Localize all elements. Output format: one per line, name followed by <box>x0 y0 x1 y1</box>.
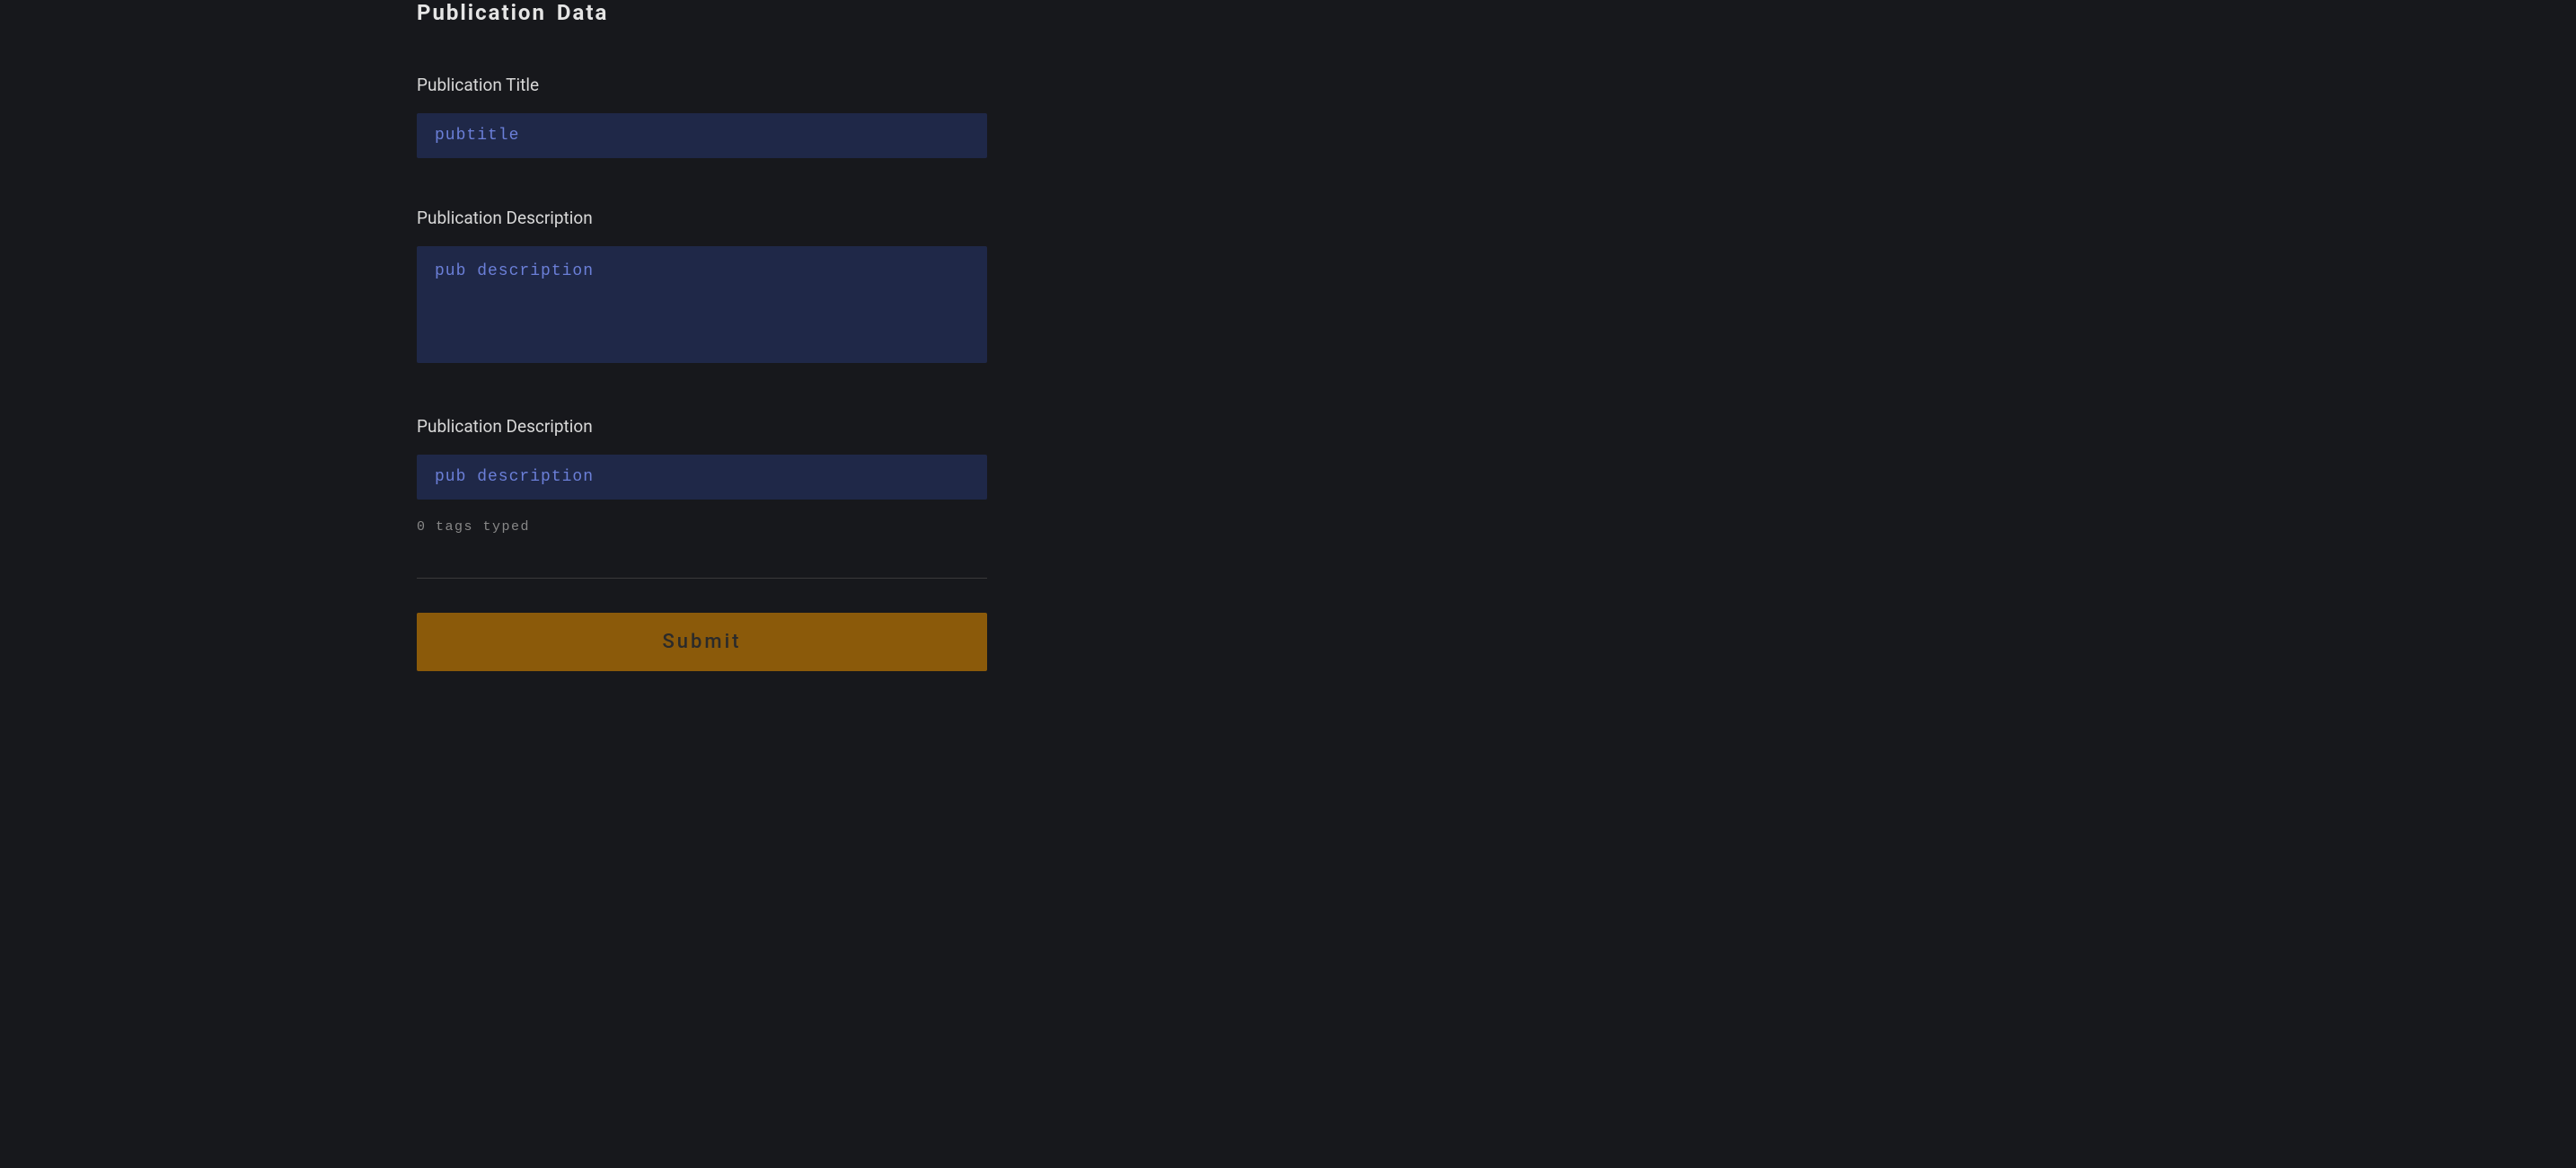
publication-title-input[interactable] <box>417 113 987 158</box>
publication-description-label: Publication Description <box>417 208 987 228</box>
publication-description-textarea[interactable] <box>417 246 987 363</box>
publication-description-group: Publication Description <box>417 208 987 367</box>
publication-tags-group: Publication Description 0 tags typed <box>417 416 987 535</box>
publication-title-group: Publication Title <box>417 75 987 158</box>
publication-data-heading: Publication Data <box>417 0 987 25</box>
submit-button[interactable]: Submit <box>417 613 987 671</box>
publication-title-label: Publication Title <box>417 75 987 95</box>
form-divider <box>417 578 987 579</box>
tags-count-helper: 0 tags typed <box>417 519 987 535</box>
publication-tags-input[interactable] <box>417 455 987 500</box>
publication-tags-label: Publication Description <box>417 416 987 437</box>
